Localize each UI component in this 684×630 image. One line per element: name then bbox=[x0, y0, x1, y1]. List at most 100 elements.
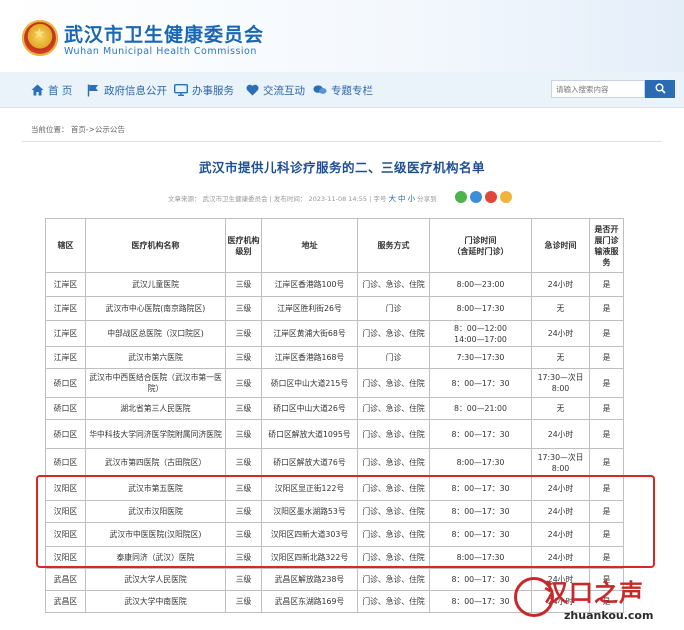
article-meta: 文章来源： 武汉市卫生健康委员会 | 发布时间： 2023-11-08 14:5… bbox=[168, 193, 437, 204]
home-icon bbox=[30, 83, 44, 97]
cell-outpatient-hours: 8：00—17：30 bbox=[429, 500, 532, 523]
weibo-share-icon[interactable] bbox=[485, 191, 497, 203]
nav-item-gov-info[interactable]: 政府信息公开 bbox=[86, 81, 167, 99]
cell-hospital: 武汉市中医医院(汉阳院区) bbox=[85, 522, 226, 547]
cell-hospital: 华中科技大学同济医学院附属同济医院 bbox=[85, 419, 226, 449]
header-district: 辖区 bbox=[45, 218, 86, 273]
cell-hospital: 武汉市中心医院(南京路院区) bbox=[85, 296, 226, 321]
cell-infusion: 是 bbox=[589, 272, 624, 297]
cell-level: 三级 bbox=[225, 397, 262, 420]
cell-hospital: 武汉儿童医院 bbox=[85, 272, 226, 297]
cell-outpatient-hours: 8:00—23:00 bbox=[429, 272, 532, 297]
cell-district: 武昌区 bbox=[45, 568, 86, 591]
cell-outpatient-hours: 8：00—17：30 bbox=[429, 522, 532, 547]
cell-level: 三级 bbox=[225, 320, 262, 347]
cell-level: 三级 bbox=[225, 546, 262, 569]
cell-district: 硚口区 bbox=[45, 448, 86, 477]
cell-address: 江岸区香港路168号 bbox=[261, 346, 358, 369]
nav-item-services[interactable]: 办事服务 bbox=[174, 81, 234, 99]
table-row: 江岸区 武汉儿童医院 三级 江岸区香港路100号 门诊、急诊、住院 8:00—23:00 2… bbox=[45, 272, 624, 297]
cell-hospital: 武汉大学中南医院 bbox=[85, 590, 226, 613]
cell-outpatient-hours: 7:30—17:30 bbox=[429, 346, 532, 369]
header-address: 地址 bbox=[261, 218, 358, 273]
cell-district: 江岸区 bbox=[45, 272, 86, 297]
table-row: 汉阳区 武汉市汉阳医院 三级 汉阳区墨水湖路53号 门诊、急诊、住院 8：00—17：30… bbox=[45, 500, 624, 523]
header-hospital: 医疗机构名称 bbox=[85, 218, 226, 273]
cell-district: 硚口区 bbox=[45, 368, 86, 398]
cell-level: 三级 bbox=[225, 346, 262, 369]
qq-share-icon[interactable] bbox=[470, 191, 482, 203]
nav-item-interaction[interactable]: 交流互动 bbox=[245, 81, 305, 99]
table-row: 汉阳区 武汉市中医医院(汉阳院区) 三级 汉阳区四新大道303号 门诊、急诊、住院 8：0… bbox=[45, 522, 624, 547]
wechat-share-icon[interactable] bbox=[455, 191, 467, 203]
cell-district: 汉阳区 bbox=[45, 546, 86, 569]
heart-icon bbox=[245, 83, 259, 97]
cell-outpatient-hours: 8：00—12:00 14:00—17:00 bbox=[429, 320, 532, 347]
cell-outpatient-hours: 8:00—17:30 bbox=[429, 296, 532, 321]
cell-infusion: 是 bbox=[589, 397, 624, 420]
nav-label: 办事服务 bbox=[192, 84, 234, 97]
nav-label: 交流互动 bbox=[263, 84, 305, 97]
cell-outpatient-hours: 8:00—17:30 bbox=[429, 546, 532, 569]
font-size-small[interactable]: 小 bbox=[408, 194, 416, 203]
cell-service: 门诊、急诊、住院 bbox=[357, 397, 430, 420]
header-service: 服务方式 bbox=[357, 218, 430, 273]
cell-address: 江岸区黄浦大街68号 bbox=[261, 320, 358, 347]
nav-item-home[interactable]: 首 页 bbox=[30, 81, 72, 99]
cell-district: 汉阳区 bbox=[45, 476, 86, 501]
flag-icon bbox=[86, 83, 100, 97]
article-title: 武汉市提供儿科诊疗服务的二、三级医疗机构名单 bbox=[198, 160, 485, 175]
search-icon bbox=[655, 82, 666, 97]
cell-service: 门诊、急诊、住院 bbox=[357, 448, 430, 477]
cell-level: 三级 bbox=[225, 419, 262, 449]
cell-district: 硚口区 bbox=[45, 397, 86, 420]
cell-service: 门诊、急诊、住院 bbox=[357, 568, 430, 591]
table-header-row: 辖区 医疗机构名称 医疗机构级别 地址 服务方式 门诊时间 （含延时门诊） 急诊… bbox=[45, 218, 624, 273]
cell-address: 武昌区解放路238号 bbox=[261, 568, 358, 591]
monitor-icon bbox=[174, 83, 188, 97]
cell-emergency-hours: 24小时 bbox=[531, 272, 590, 297]
cell-hospital: 武汉市第六医院 bbox=[85, 346, 226, 369]
cell-address: 江岸区胜利街26号 bbox=[261, 296, 358, 321]
cell-infusion: 是 bbox=[589, 448, 624, 477]
site-subtitle: Wuhan Municipal Health Commission bbox=[64, 46, 257, 57]
divider bbox=[22, 141, 662, 142]
cell-district: 江岸区 bbox=[45, 320, 86, 347]
watermark-url: zhuankou.com bbox=[564, 609, 654, 622]
table-row: 硚口区 武汉市第四医院（古田院区） 三级 硚口区解放大道76号 门诊、急诊、住院 8:00… bbox=[45, 448, 624, 477]
search-input[interactable] bbox=[551, 80, 645, 98]
font-size-large[interactable]: 大 bbox=[388, 194, 396, 203]
cell-district: 江岸区 bbox=[45, 296, 86, 321]
table-row: 汉阳区 泰康同济（武汉）医院 三级 汉阳区四新北路322号 门诊、急诊、住院 8:00—1… bbox=[45, 546, 624, 569]
cell-district: 硚口区 bbox=[45, 419, 86, 449]
qzone-share-icon[interactable] bbox=[500, 191, 512, 203]
watermark-title: 汉口之声 bbox=[544, 579, 644, 607]
cell-level: 三级 bbox=[225, 296, 262, 321]
cell-level: 三级 bbox=[225, 476, 262, 501]
cell-emergency-hours: 24小时 bbox=[531, 419, 590, 449]
cell-level: 三级 bbox=[225, 272, 262, 297]
cell-emergency-hours: 无 bbox=[531, 296, 590, 321]
cell-emergency-hours: 17:30—次日8:00 bbox=[531, 368, 590, 398]
cell-hospital: 武汉大学人民医院 bbox=[85, 568, 226, 591]
table-row: 江岸区 武汉市第六医院 三级 江岸区香港路168号 门诊 7:30—17:30 无是 bbox=[45, 346, 624, 369]
cell-infusion: 是 bbox=[589, 368, 624, 398]
site-title[interactable]: 武汉市卫生健康委员会 bbox=[64, 20, 264, 47]
cell-emergency-hours: 24小时 bbox=[531, 522, 590, 547]
cell-district: 江岸区 bbox=[45, 346, 86, 369]
national-emblem-icon: ★ bbox=[22, 20, 58, 56]
search-button[interactable] bbox=[645, 80, 675, 98]
cell-hospital: 武汉市汉阳医院 bbox=[85, 500, 226, 523]
cell-address: 硚口区中山大道215号 bbox=[261, 368, 358, 398]
cell-emergency-hours: 无 bbox=[531, 397, 590, 420]
cell-infusion: 是 bbox=[589, 419, 624, 449]
cell-address: 江岸区香港路100号 bbox=[261, 272, 358, 297]
cell-hospital: 武汉市第五医院 bbox=[85, 476, 226, 501]
table-row: 硚口区 武汉市中西医结合医院（武汉市第一医院） 三级 硚口区中山大道215号 门诊、急诊… bbox=[45, 368, 624, 398]
cell-infusion: 是 bbox=[589, 296, 624, 321]
cell-infusion: 是 bbox=[589, 320, 624, 347]
font-size-medium[interactable]: 中 bbox=[398, 194, 406, 203]
cell-address: 汉阳区墨水湖路53号 bbox=[261, 500, 358, 523]
cell-service: 门诊 bbox=[357, 346, 430, 369]
nav-item-topics[interactable]: 专题专栏 bbox=[313, 81, 373, 99]
